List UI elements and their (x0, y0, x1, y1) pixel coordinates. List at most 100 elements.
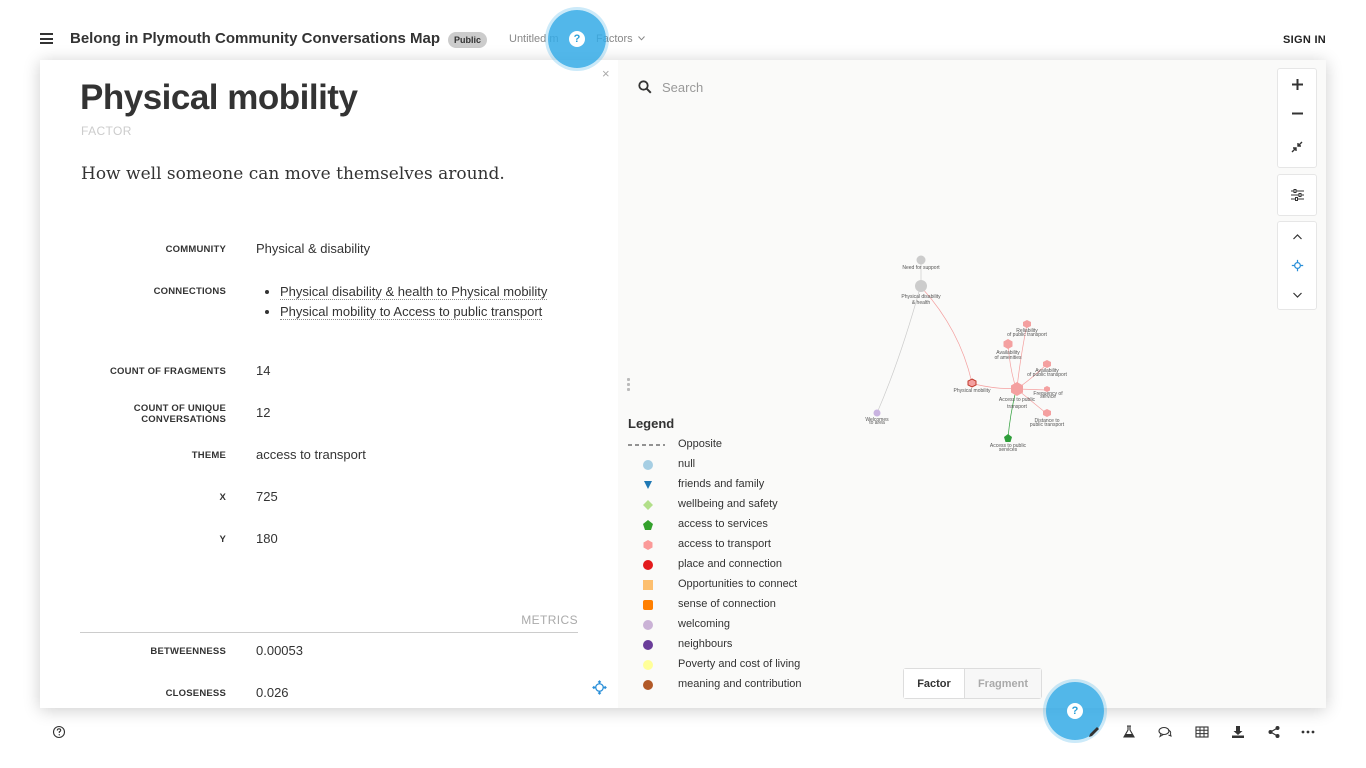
node-label: transport (1007, 404, 1027, 410)
locate-element-icon[interactable] (592, 680, 607, 695)
chevron-down-icon (637, 36, 645, 41)
graph-node[interactable] (1023, 320, 1031, 328)
count-fragments-label: COUNT OF FRAGMENTS (109, 366, 226, 377)
legend-title: Legend (628, 416, 675, 431)
count-conversations-label: COUNT OF UNIQUE CONVERSATIONS (133, 403, 226, 425)
zoom-out-button[interactable] (1278, 99, 1316, 127)
sign-in-button[interactable]: SIGN IN (1283, 34, 1326, 46)
top-bar: Belong in Plymouth Community Conversatio… (0, 0, 1366, 60)
legend-label: access to services (678, 518, 768, 530)
list-item: Physical disability & health to Physical… (280, 282, 580, 302)
legend-label: access to transport (678, 538, 771, 550)
node-label: Need for support (902, 265, 940, 271)
list-item: Physical mobility to Access to public tr… (280, 302, 580, 322)
community-value: Physical & disability (256, 241, 371, 256)
share-icon[interactable] (1266, 724, 1282, 740)
edit-icon[interactable] (1086, 724, 1102, 740)
help-hotspot[interactable]: ? (548, 10, 606, 68)
legend-label: null (678, 458, 696, 470)
factor-mode-button[interactable]: Factor (904, 669, 964, 698)
pentagon-icon (643, 520, 653, 530)
connections-list: Physical disability & health to Physical… (280, 282, 580, 322)
comments-icon[interactable] (1157, 724, 1173, 740)
closeness-label: CLOSENESS (165, 688, 226, 699)
node-label: of amenities (995, 355, 1022, 361)
plus-icon (1291, 78, 1303, 90)
x-value: 725 (256, 489, 278, 504)
circle-icon (643, 620, 653, 630)
graph-labels: Need for support Physical disability & h… (865, 265, 1067, 453)
panel-resize-handle[interactable] (627, 378, 630, 394)
diamond-icon (643, 500, 653, 510)
theme-value: access to transport (256, 447, 366, 462)
download-icon[interactable] (1230, 724, 1246, 740)
legend-label: welcoming (678, 618, 730, 630)
dashed-line-icon (628, 444, 665, 446)
question-circle-icon[interactable] (51, 724, 67, 740)
legend-label: place and connection (678, 558, 782, 570)
graph-node[interactable] (1011, 382, 1023, 396)
fragment-mode-button[interactable]: Fragment (964, 669, 1041, 698)
network-graph[interactable]: Need for support Physical disability & h… (860, 240, 1120, 480)
node-label: service (1040, 394, 1056, 400)
settings-button[interactable] (1278, 175, 1316, 215)
node-label: public transport (1030, 422, 1065, 428)
y-label: Y (219, 534, 226, 545)
triangle-down-icon (644, 481, 652, 489)
connection-link[interactable]: Physical mobility to Access to public tr… (280, 304, 543, 320)
graph-nodes (873, 255, 1051, 442)
graph-node[interactable] (873, 409, 881, 417)
chevron-up-icon (1292, 233, 1302, 239)
graph-node[interactable] (1043, 409, 1051, 417)
connection-link[interactable]: Physical disability & health to Physical… (280, 284, 548, 300)
betweenness-label: BETWEENNESS (150, 646, 226, 657)
circle-icon (643, 560, 653, 570)
edge (876, 287, 921, 414)
minus-icon (1291, 112, 1303, 114)
legend-label: neighbours (678, 638, 733, 650)
rounded-square-icon (643, 600, 653, 610)
detail-panel: × Physical mobility FACTOR How well some… (40, 60, 618, 708)
node-label: of public transport (1027, 372, 1067, 378)
square-icon (643, 580, 653, 590)
chevron-down-icon (1292, 292, 1302, 298)
flask-icon[interactable] (1121, 724, 1137, 740)
mode-toggle: Factor Fragment (903, 668, 1042, 699)
center-button[interactable] (1278, 251, 1316, 280)
previous-button[interactable] (1278, 222, 1316, 251)
metrics-heading: METRICS (80, 613, 578, 633)
navigation-controls (1277, 221, 1317, 310)
element-description: How well someone can move themselves aro… (81, 164, 505, 184)
table-icon[interactable] (1194, 724, 1210, 740)
move-icon (1291, 259, 1303, 272)
node-label: Access to public (999, 397, 1036, 403)
legend-label: Opposite (678, 438, 723, 450)
compress-icon (1291, 141, 1303, 153)
legend-label: Opportunities to connect (678, 578, 798, 590)
legend-label: Poverty and cost of living (678, 658, 801, 670)
graph-node-selected[interactable] (967, 378, 977, 388)
hamburger-menu-icon[interactable] (40, 33, 53, 44)
more-icon[interactable] (1300, 724, 1316, 740)
search-input[interactable] (662, 77, 862, 97)
theme-label: THEME (191, 450, 226, 461)
circle-icon (643, 660, 653, 670)
graph-node[interactable] (915, 280, 927, 292)
community-label: COMMUNITY (165, 244, 226, 255)
graph-edges (876, 260, 1048, 439)
fit-view-button[interactable] (1278, 127, 1316, 167)
graph-node[interactable] (1003, 339, 1013, 349)
zoom-in-button[interactable] (1278, 69, 1316, 99)
node-label: services (999, 447, 1018, 453)
betweenness-value: 0.00053 (256, 643, 303, 658)
next-button[interactable] (1278, 280, 1316, 309)
graph-node[interactable] (1004, 434, 1012, 442)
circle-icon (643, 460, 653, 470)
legend-label: wellbeing and safety (678, 498, 778, 510)
footer-toolbar (0, 708, 1366, 768)
count-fragments-value: 14 (256, 363, 271, 378)
map-card: × Physical mobility FACTOR How well some… (40, 60, 1326, 708)
x-label: X (219, 492, 226, 503)
close-icon[interactable]: × (602, 66, 610, 81)
graph-node[interactable] (916, 255, 926, 265)
